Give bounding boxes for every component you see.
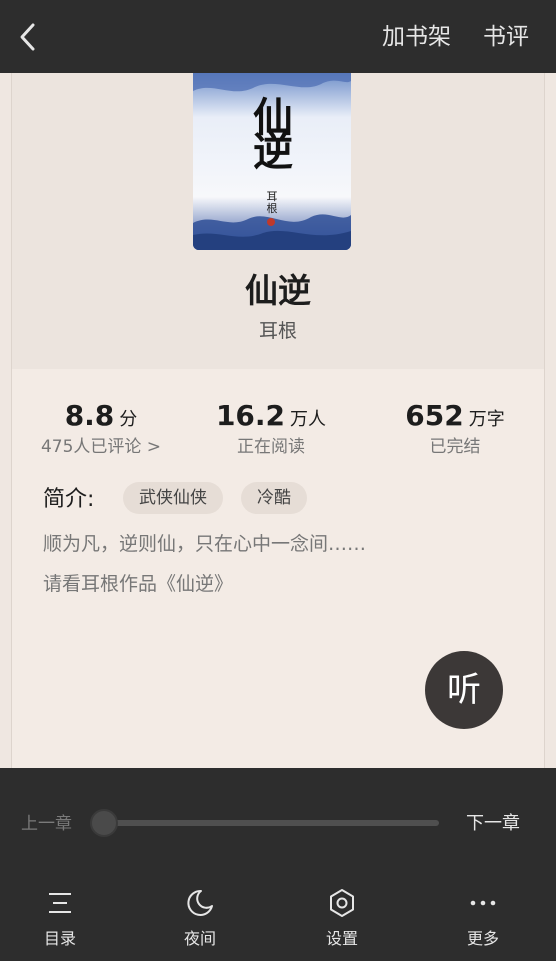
intro-text-line: 请看耳根作品《仙逆》 xyxy=(43,573,234,595)
intro-label: 简介: xyxy=(43,487,95,512)
bottom-toolbar: 目录 夜间 设置 更多 xyxy=(0,875,556,961)
listen-button[interactable]: 听 xyxy=(425,651,503,729)
tag-style[interactable]: 冷酷 xyxy=(241,482,307,514)
nav-label: 夜间 xyxy=(183,929,216,948)
moon-icon xyxy=(187,889,213,916)
book-title: 仙逆 xyxy=(245,271,311,310)
words-value: 652 xyxy=(405,399,464,432)
intro-text-line: 顺为凡，逆则仙，只在心中一念间…… xyxy=(43,533,367,555)
chapter-progress-bar: 上一章 下一章 xyxy=(0,768,556,875)
status-caption: 已完结 xyxy=(429,437,481,457)
reviews-link[interactable]: 475人已评论 > xyxy=(12,436,190,458)
page-edge-left xyxy=(0,73,11,768)
nav-label: 设置 xyxy=(325,929,358,948)
tag-genre[interactable]: 武侠仙侠 xyxy=(123,482,223,514)
nav-night-mode[interactable]: 夜间 xyxy=(160,887,240,957)
book-hero: 仙 逆 耳根 仙逆 耳根 xyxy=(12,73,544,369)
chevron-left-icon xyxy=(20,23,35,51)
back-button[interactable] xyxy=(14,20,44,54)
nav-settings[interactable]: 设置 xyxy=(302,887,382,957)
book-cover[interactable]: 仙 逆 耳根 xyxy=(193,73,351,250)
stat-readers: 16.2 万人 正在阅读 xyxy=(182,399,360,458)
cover-author-text: 耳根 xyxy=(266,190,278,215)
page-edge-right xyxy=(545,73,556,768)
add-to-shelf-button[interactable]: 加书架 xyxy=(382,20,451,54)
book-detail-page: 仙 逆 耳根 仙逆 耳根 8.8 分 475人已评论 > 16.2 万人 正在阅读 … xyxy=(11,73,545,768)
prev-chapter-button[interactable]: 上一章 xyxy=(21,812,72,836)
settings-hexagon-icon xyxy=(330,889,354,917)
menu-list-icon xyxy=(49,893,71,913)
cover-title: 仙 逆 xyxy=(253,94,293,175)
stat-words: 652 万字 已完结 xyxy=(366,399,544,458)
words-unit: 万字 xyxy=(468,409,505,430)
nav-label: 目录 xyxy=(43,929,76,948)
cover-seal-icon xyxy=(267,218,275,226)
rating-value: 8.8 xyxy=(64,399,115,432)
more-dots-icon xyxy=(470,900,496,906)
next-chapter-button[interactable]: 下一章 xyxy=(466,812,520,836)
nav-more[interactable]: 更多 xyxy=(443,887,523,957)
readers-value: 16.2 xyxy=(215,399,286,432)
readers-caption: 正在阅读 xyxy=(237,437,305,457)
stat-rating: 8.8 分 475人已评论 > xyxy=(12,399,190,458)
nav-label: 更多 xyxy=(466,929,499,948)
chapter-progress-thumb[interactable] xyxy=(90,809,118,837)
readers-unit: 万人 xyxy=(290,409,327,430)
chapter-progress-track[interactable] xyxy=(104,820,439,826)
top-bar: 加书架 书评 xyxy=(0,0,556,73)
rating-unit: 分 xyxy=(119,409,138,430)
book-author[interactable]: 耳根 xyxy=(12,319,544,343)
book-review-button[interactable]: 书评 xyxy=(483,20,529,54)
nav-catalog[interactable]: 目录 xyxy=(20,887,100,957)
